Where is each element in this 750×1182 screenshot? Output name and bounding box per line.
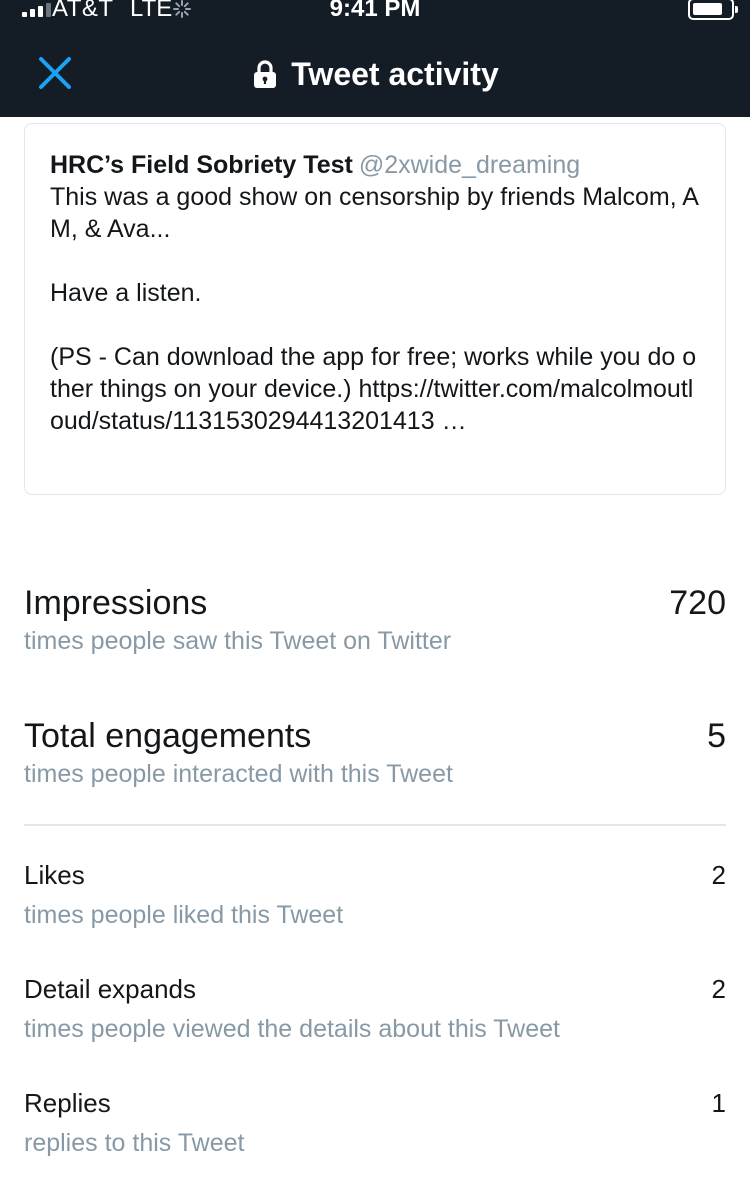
metric-total-engagements: Total engagements 5 times people interac… [24, 716, 726, 790]
top-bar: AT&T LTE 9:41 PM Tweet activity [0, 0, 750, 117]
breakdown-description: times people liked this Tweet [24, 901, 344, 929]
author-handle: @2xwide_dreaming [358, 151, 581, 179]
author-name: HRC’s Field Sobriety Test [50, 151, 353, 179]
metric-value: 5 [707, 717, 726, 755]
breakdown-label: Likes [24, 860, 85, 890]
breakdown-row-replies: Replies 1 replies to this Tweet [24, 1087, 726, 1159]
metric-description: times people saw this Tweet on Twitter [24, 627, 452, 655]
page-title: Tweet activity [291, 56, 499, 92]
breakdown-value: 2 [711, 974, 726, 1004]
battery-icon [688, 0, 738, 20]
breakdown-label: Detail expands [24, 974, 196, 1004]
metric-impressions: Impressions 720 times people saw this Tw… [24, 583, 726, 657]
lock-icon [254, 60, 277, 88]
breakdown-description: replies to this Tweet [24, 1129, 245, 1157]
tweet-author: HRC’s Field Sobriety Test @2xwide_dreamin… [50, 148, 701, 182]
status-bar: AT&T LTE 9:41 PM [0, 0, 750, 22]
breakdown-description: times people viewed the details about th… [24, 1015, 560, 1043]
metric-description: times people interacted with this Tweet [24, 760, 453, 788]
breakdown-row-detail-expands: Detail expands 2 times people viewed the… [24, 973, 726, 1045]
metric-value: 720 [669, 584, 726, 622]
breakdown-value: 1 [711, 1088, 726, 1118]
metric-label: Impressions [24, 584, 208, 622]
tweet-card[interactable]: HRC’s Field Sobriety Test @2xwide_dreamin… [24, 123, 726, 495]
tweet-text: This was a good show on censorship by fr… [50, 183, 699, 435]
status-time: 9:41 PM [329, 0, 421, 22]
section-divider [24, 824, 726, 826]
header-title-group: Tweet activity [0, 52, 750, 96]
metric-label: Total engagements [24, 717, 312, 755]
breakdown-value: 2 [711, 860, 726, 890]
breakdown-label: Replies [24, 1088, 111, 1118]
breakdown-row-likes: Likes 2 times people liked this Tweet [24, 859, 726, 931]
